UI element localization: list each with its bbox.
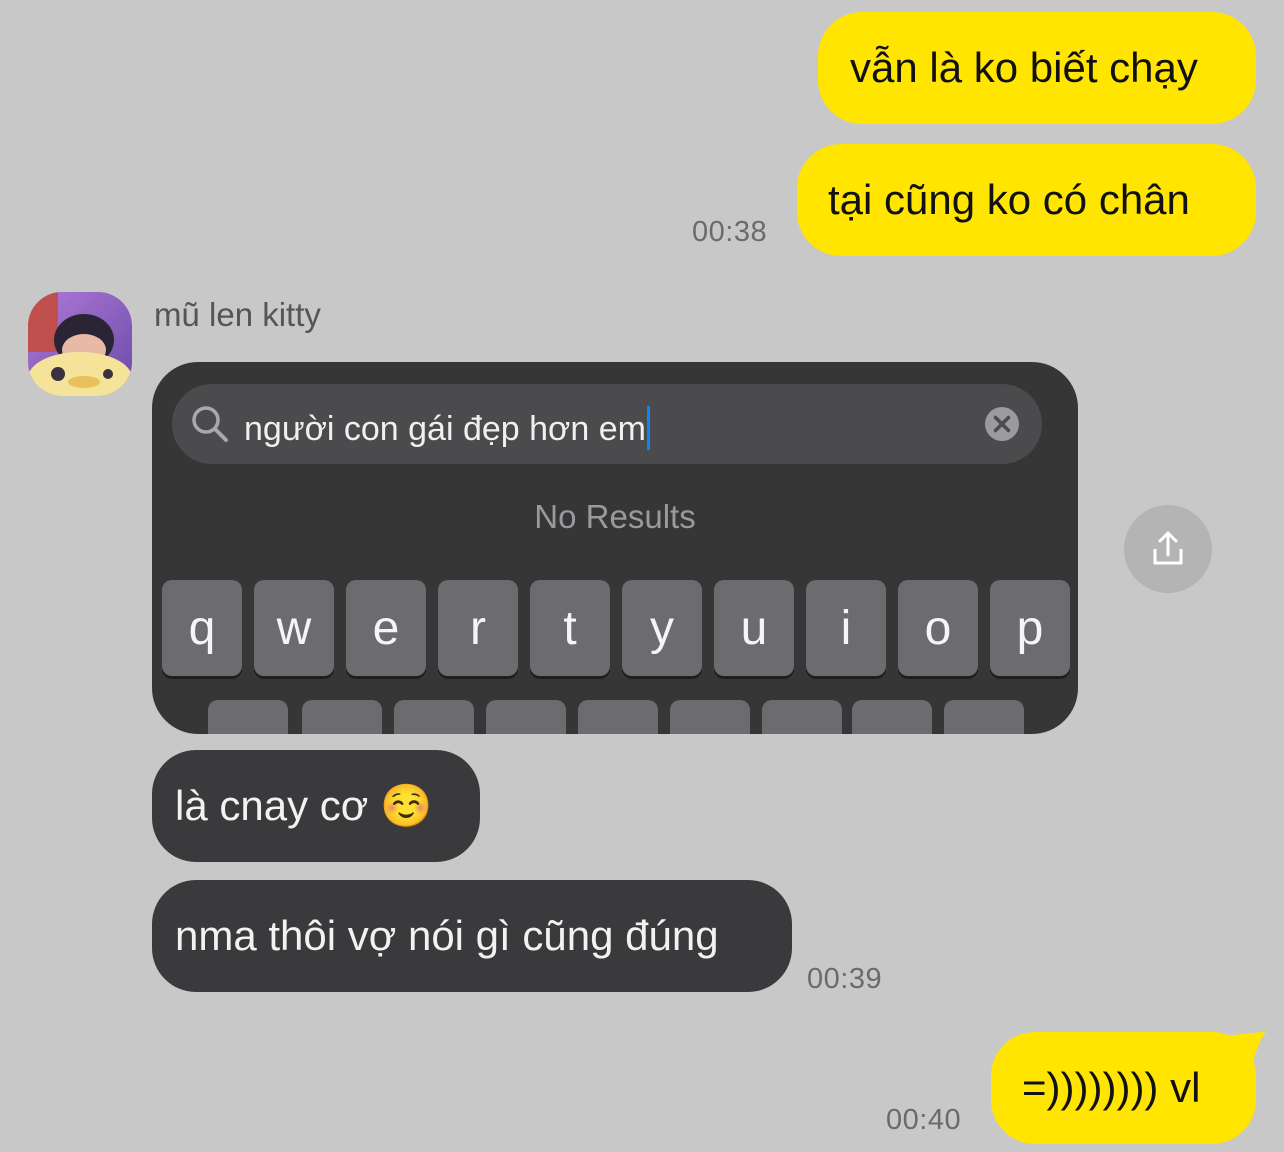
key-i: i	[806, 580, 886, 676]
message-text: =)))))))) vl	[1022, 1064, 1201, 1111]
avatar-image	[28, 292, 132, 396]
keyboard-key-cropped	[578, 700, 658, 734]
search-bar: người con gái đẹp hơn em	[172, 384, 1042, 464]
incoming-message[interactable]: là cnay cơ ☺️	[152, 750, 480, 862]
keyboard-key-cropped	[486, 700, 566, 734]
key-r: r	[438, 580, 518, 676]
keyboard-key-cropped	[302, 700, 382, 734]
timestamp: 00:40	[886, 1104, 962, 1136]
incoming-message[interactable]: nma thôi vợ nói gì cũng đúng	[152, 880, 792, 992]
keyboard-key-cropped	[852, 700, 932, 734]
key-y: y	[622, 580, 702, 676]
key-e: e	[346, 580, 426, 676]
sender-name: mũ len kitty	[154, 296, 321, 333]
key-u: u	[714, 580, 794, 676]
keyboard-key-cropped	[394, 700, 474, 734]
keyboard-key-cropped	[944, 700, 1024, 734]
avatar[interactable]	[28, 292, 132, 396]
message-text: là cnay cơ ☺️	[175, 782, 433, 829]
message-text: tại cũng ko có chân	[828, 176, 1190, 223]
key-o: o	[898, 580, 978, 676]
message-text: nma thôi vợ nói gì cũng đúng	[175, 912, 719, 959]
text-caret	[646, 406, 650, 450]
clear-circle-icon	[985, 407, 1019, 441]
image-message[interactable]: người con gái đẹp hơn em No Results q w …	[152, 362, 1078, 734]
keyboard-key-cropped	[762, 700, 842, 734]
message-text: vẫn là ko biết chạy	[850, 44, 1198, 91]
keyboard-key-cropped	[208, 700, 288, 734]
timestamp: 00:39	[807, 963, 883, 995]
timestamp: 00:38	[692, 216, 768, 248]
outgoing-message[interactable]: =)))))))) vl	[991, 1032, 1256, 1144]
outgoing-message[interactable]: tại cũng ko có chân	[797, 144, 1256, 256]
magnifier-icon	[192, 406, 228, 442]
outgoing-message[interactable]: vẫn là ko biết chạy	[818, 12, 1256, 124]
key-t: t	[530, 580, 610, 676]
search-query: người con gái đẹp hơn em	[244, 406, 650, 450]
share-button[interactable]	[1124, 505, 1212, 593]
share-icon	[1153, 531, 1183, 565]
key-w: w	[254, 580, 334, 676]
no-results-label: No Results	[534, 498, 696, 535]
key-q: q	[162, 580, 242, 676]
key-p: p	[990, 580, 1070, 676]
keyboard-key-cropped	[670, 700, 750, 734]
